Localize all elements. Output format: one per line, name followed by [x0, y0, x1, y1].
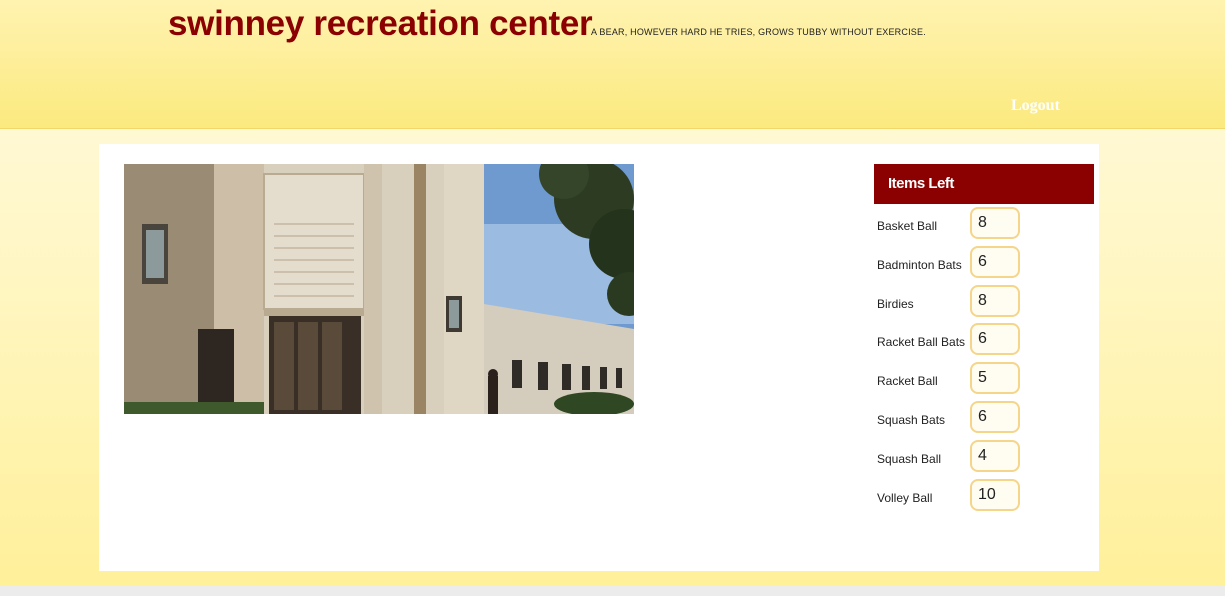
item-label: Birdies [877, 296, 914, 311]
site-header: swinney recreation center A BEAR, HOWEVE… [0, 0, 1225, 129]
item-label: Volley Ball [877, 490, 933, 505]
list-item: Badminton Bats 6 [874, 245, 1094, 285]
item-count-field[interactable]: 10 [970, 478, 1020, 511]
item-label: Badminton Bats [877, 257, 962, 272]
item-count-field[interactable]: 8 [970, 207, 1020, 239]
item-label: Squash Ball [877, 451, 942, 466]
item-count-field[interactable]: 4 [970, 439, 1020, 472]
list-item: Volley Ball 10 [874, 478, 1094, 518]
list-item: Racket Ball Bats 6 [874, 323, 1094, 362]
item-count-field[interactable]: 5 [970, 362, 1020, 395]
item-label: Racket Ball Bats [877, 335, 966, 350]
gymnasium-photo [124, 164, 634, 414]
list-item: Squash Bats 6 [874, 400, 1094, 440]
items-left-heading: Items Left [874, 164, 1094, 204]
site-title: swinney recreation center [168, 4, 593, 43]
item-label: Racket Ball [877, 374, 938, 389]
item-count-field[interactable]: 6 [970, 400, 1020, 433]
logout-link[interactable]: Logout [1011, 97, 1060, 115]
item-label: Squash Bats [877, 412, 946, 427]
list-item: Squash Ball 4 [874, 439, 1094, 479]
list-item: Basket Ball 8 [874, 207, 1094, 246]
site-tagline: A BEAR, HOWEVER HARD HE TRIES, GROWS TUB… [591, 27, 926, 37]
item-count-field[interactable]: 6 [970, 323, 1020, 356]
list-item: Racket Ball 5 [874, 362, 1094, 401]
main-content: Items Left Basket Ball 8 Badminton Bats … [99, 144, 1099, 571]
items-left-panel: Items Left Basket Ball 8 Badminton Bats … [874, 164, 1094, 517]
item-count-field[interactable]: 6 [970, 245, 1020, 278]
item-count-field[interactable]: 8 [970, 284, 1020, 317]
item-label: Basket Ball [877, 219, 938, 233]
items-list: Basket Ball 8 Badminton Bats 6 Birdies 8… [874, 207, 1094, 517]
footer-strip [0, 586, 1225, 596]
list-item: Birdies 8 [874, 284, 1094, 324]
